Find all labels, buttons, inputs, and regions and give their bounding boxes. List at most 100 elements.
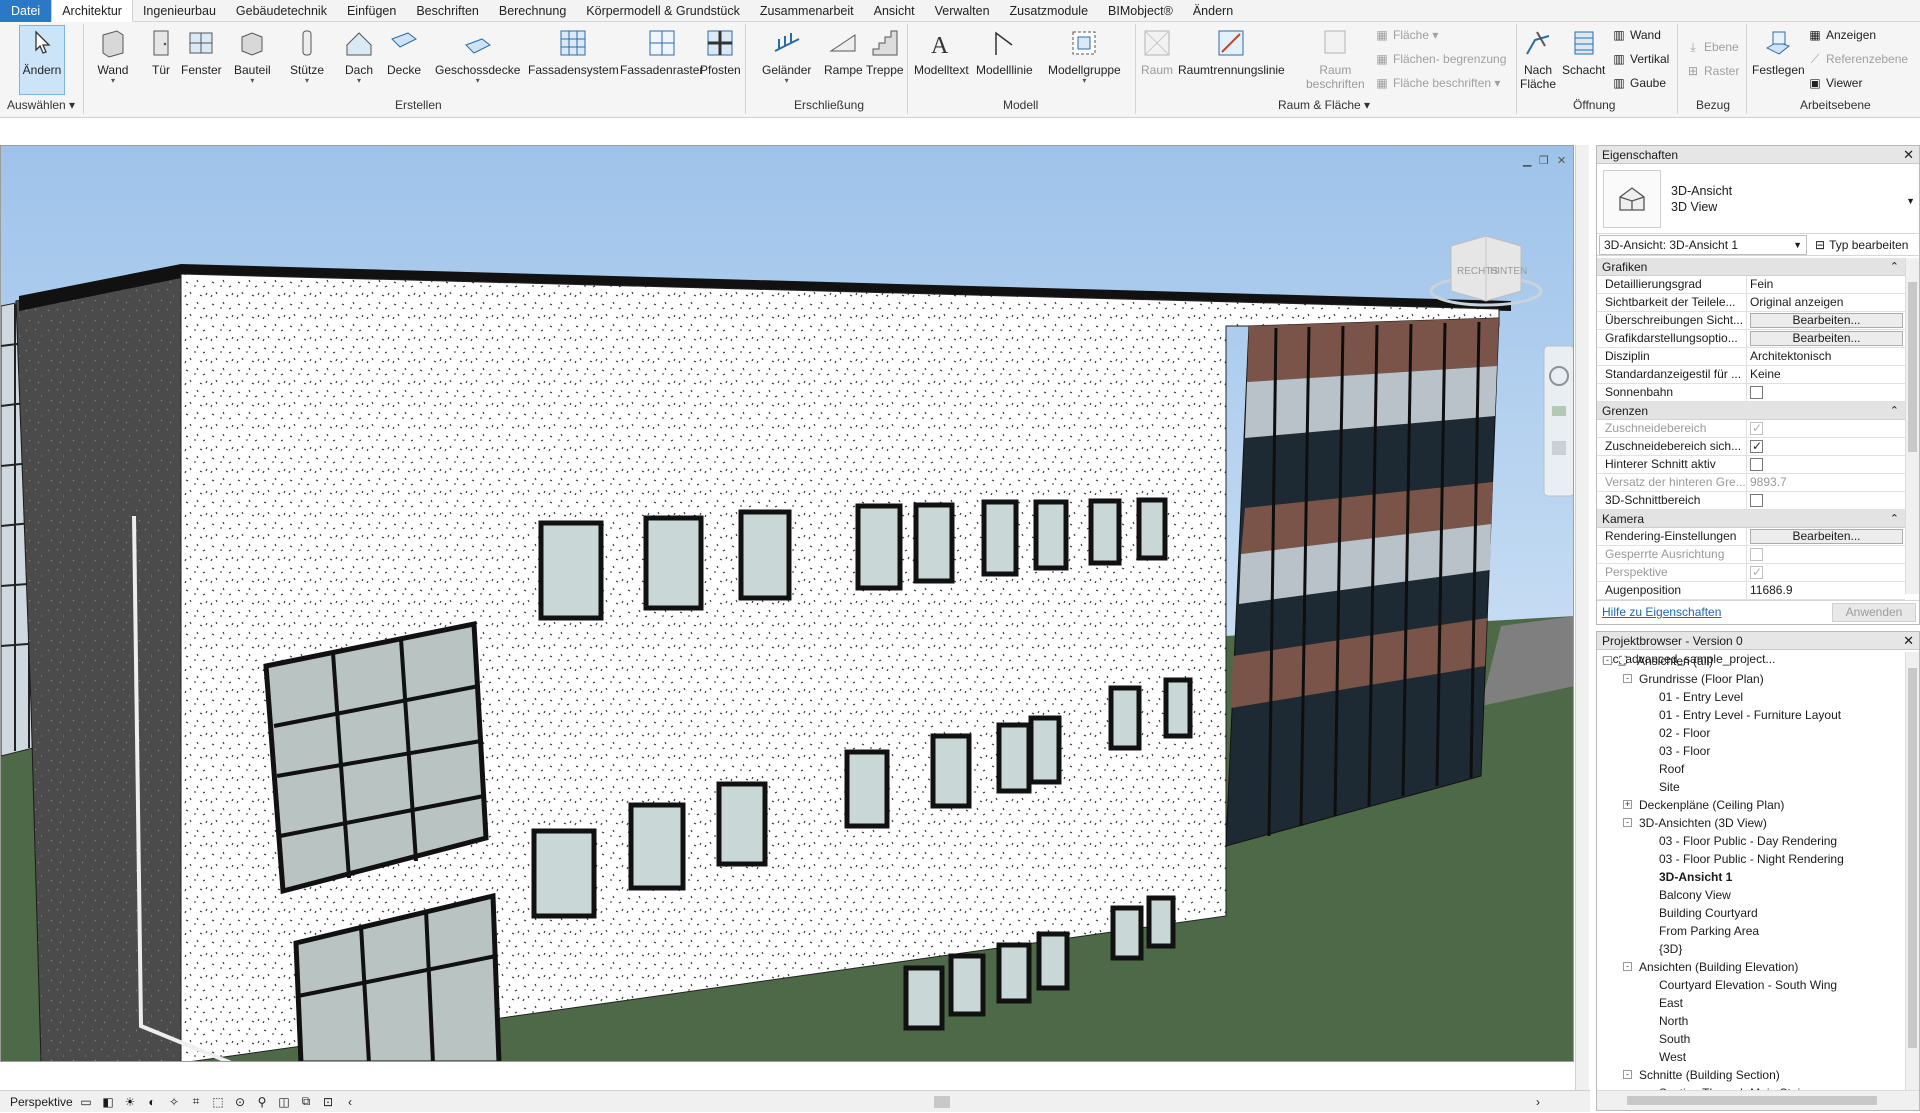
3d-viewport[interactable]: RECHTS HINTEN ▁ ❐ ✕ — [0, 145, 1574, 1062]
ribbon-button-modelllinie[interactable]: Modelllinie — [976, 26, 1033, 77]
select-dropdown[interactable]: Auswählen ▾ — [7, 98, 75, 112]
ribbon-button-geländer[interactable]: Geländer ▾ — [762, 26, 811, 85]
browser-tree-item[interactable]: - Ansichten (Building Elevation) — [1597, 958, 1903, 976]
scale-icon[interactable]: ▭ — [78, 1095, 94, 1109]
collapse-icon[interactable]: - — [1623, 962, 1632, 971]
collapse-icon[interactable]: - — [1623, 818, 1632, 827]
property-section-header[interactable]: Grafiken ⌃ — [1597, 258, 1905, 276]
collapse-icon[interactable]: - — [1623, 674, 1632, 683]
browser-tree-item[interactable]: West — [1597, 1048, 1903, 1066]
grid-button[interactable]: ⊞ Raster — [1686, 64, 1739, 78]
ribbon-button-decke[interactable]: Decke — [387, 26, 421, 77]
instance-selector[interactable]: 3D-Ansicht: 3D-Ansicht 1 ▼ — [1599, 234, 1807, 255]
ribbon-button-fenster[interactable]: Fenster — [181, 26, 222, 77]
tab-6[interactable]: Berechnung — [489, 0, 576, 22]
browser-vertical-scrollbar[interactable] — [1905, 652, 1919, 1090]
browser-tree-item[interactable]: - Grundrisse (Floor Plan) — [1597, 670, 1903, 688]
ribbon-button-stütze[interactable]: Stütze ▾ — [290, 26, 324, 85]
area-button[interactable]: ▦ Fläche ▾ — [1375, 28, 1438, 42]
ribbon-button-treppe[interactable]: Treppe — [866, 26, 904, 77]
ribbon-button-wand[interactable]: Wand ▾ — [96, 26, 130, 85]
tab-5[interactable]: Beschriften — [406, 0, 489, 22]
apply-button[interactable]: Anwenden — [1832, 603, 1916, 622]
viewer-button[interactable]: ▣ Viewer — [1808, 76, 1862, 90]
tab-8[interactable]: Zusammenarbeit — [750, 0, 864, 22]
room-area-dropdown[interactable]: Raum & Fläche ▾ — [1278, 98, 1370, 112]
browser-tree-item[interactable]: Courtyard Elevation - South Wing — [1597, 976, 1903, 994]
ribbon-button-modellgruppe[interactable]: Modellgruppe ▾ — [1048, 26, 1121, 85]
area-boundary-button[interactable]: ▦ Flächen- begrenzung — [1375, 52, 1506, 66]
edit-property-button[interactable]: Bearbeiten... — [1750, 313, 1903, 328]
hide-isolate-icon[interactable]: ⚲ — [254, 1095, 270, 1109]
browser-tree-item[interactable]: Site — [1597, 778, 1903, 796]
browser-tree-item[interactable]: From Parking Area — [1597, 922, 1903, 940]
browser-tree-item[interactable]: 02 - Floor — [1597, 724, 1903, 742]
tag-room-button[interactable]: Raum beschriften — [1306, 26, 1365, 91]
level-button[interactable]: ⤓ Ebene — [1686, 40, 1738, 55]
ribbon-button-geschossdecke[interactable]: Geschossdecke ▾ — [435, 26, 520, 85]
browser-tree-item[interactable]: North — [1597, 1012, 1903, 1030]
viewport-minimize-icon[interactable]: ▁ — [1523, 154, 1531, 167]
room-separator-button[interactable]: Raumtrennungslinie — [1178, 26, 1285, 77]
by-face-button[interactable]: Nach Fläche — [1520, 26, 1556, 91]
render-icon[interactable]: ✧ — [166, 1095, 182, 1109]
collapse-icon[interactable]: - — [1623, 1070, 1632, 1079]
tab-12[interactable]: BIMobject® — [1098, 0, 1183, 22]
property-value[interactable]: Fein — [1747, 276, 1905, 293]
dormer-button[interactable]: ▥ Gaube — [1612, 76, 1666, 90]
viewport-restore-icon[interactable]: ❐ — [1539, 154, 1549, 167]
close-icon[interactable]: ✕ — [1903, 146, 1914, 164]
properties-help-link[interactable]: Hilfe zu Eigenschaften — [1602, 605, 1721, 619]
tab-10[interactable]: Verwalten — [925, 0, 1000, 22]
property-checkbox[interactable] — [1750, 494, 1763, 507]
browser-tree-item[interactable]: South — [1597, 1030, 1903, 1048]
browser-tree-item[interactable]: -3D-Ansichten (3D View) — [1597, 814, 1903, 832]
property-value[interactable]: Architektonisch — [1747, 348, 1905, 365]
horizontal-scroll-thumb[interactable] — [934, 1095, 950, 1108]
scroll-right-icon[interactable]: › — [1530, 1095, 1546, 1109]
browser-tree-item[interactable]: Balcony View — [1597, 886, 1903, 904]
browser-tree-item[interactable]: 01 - Entry Level - Furniture Layout — [1597, 706, 1903, 724]
browser-tree-item[interactable]: 03 - Floor Public - Day Rendering — [1597, 832, 1903, 850]
vertical-opening-button[interactable]: ▥ Vertikal — [1612, 52, 1669, 66]
tab-7[interactable]: Körpermodell & Grundstück — [576, 0, 750, 22]
show-workplane-button[interactable]: ▦ Anzeigen — [1808, 28, 1876, 42]
property-checkbox[interactable] — [1750, 386, 1763, 399]
property-checkbox[interactable] — [1750, 458, 1763, 471]
shadows-icon[interactable]: ◐ — [144, 1095, 160, 1109]
set-workplane-button[interactable]: Festlegen — [1752, 26, 1805, 77]
browser-tree-item[interactable]: - Schnitte (Building Section) — [1597, 1066, 1903, 1084]
browser-tree-item[interactable]: Building Courtyard — [1597, 904, 1903, 922]
property-value[interactable]: Original anzeigen — [1747, 294, 1905, 311]
ribbon-button-bauteil[interactable]: Bauteil ▾ — [234, 26, 271, 85]
ribbon-button-fassadenraster[interactable]: Fassadenraster — [620, 26, 703, 77]
crop-view-icon[interactable]: ⌗ — [188, 1094, 204, 1109]
tab-3[interactable]: Gebäudetechnik — [226, 0, 337, 22]
ribbon-button-rampe[interactable]: Rampe — [824, 26, 863, 77]
property-value[interactable]: 11686.9 — [1747, 582, 1905, 599]
worksharing-icon[interactable]: ⧉ — [298, 1094, 314, 1109]
property-checkbox[interactable] — [1750, 438, 1763, 455]
tab-2[interactable]: Ingenieurbau — [133, 0, 226, 22]
tab-0[interactable]: Datei — [0, 0, 52, 22]
property-value[interactable]: Keine — [1747, 366, 1905, 383]
visual-style-icon[interactable]: ◧ — [100, 1095, 116, 1109]
ribbon-button-tür[interactable]: Tür — [144, 26, 178, 77]
property-section-header[interactable]: Grenzen ⌃ — [1597, 402, 1905, 420]
browser-tree-item[interactable]: - ⛶ Ansichten (all) — [1597, 652, 1903, 670]
ribbon-button-pfosten[interactable]: Pfosten — [700, 26, 741, 77]
close-icon[interactable]: ✕ — [1903, 632, 1914, 650]
type-selector[interactable]: 3D-Ansicht 3D View ▼ — [1597, 164, 1919, 234]
crop-region-icon[interactable]: ⬚ — [210, 1095, 226, 1109]
scroll-left-icon[interactable]: ‹ — [342, 1095, 358, 1109]
sun-path-icon[interactable]: ☀ — [122, 1095, 138, 1109]
properties-scrollbar[interactable] — [1905, 258, 1919, 594]
unlock-view-icon[interactable]: ⊙ — [232, 1095, 248, 1109]
viewport-close-icon[interactable]: ✕ — [1557, 154, 1566, 167]
tab-4[interactable]: Einfügen — [337, 0, 406, 22]
browser-tree-item[interactable]: 03 - Floor Public - Night Rendering — [1597, 850, 1903, 868]
expand-icon[interactable]: + — [1623, 800, 1632, 809]
tab-1[interactable]: Architektur — [51, 0, 133, 22]
tag-area-button[interactable]: ▦ Fläche beschriften ▾ — [1375, 76, 1500, 90]
browser-tree-item[interactable]: Roof — [1597, 760, 1903, 778]
